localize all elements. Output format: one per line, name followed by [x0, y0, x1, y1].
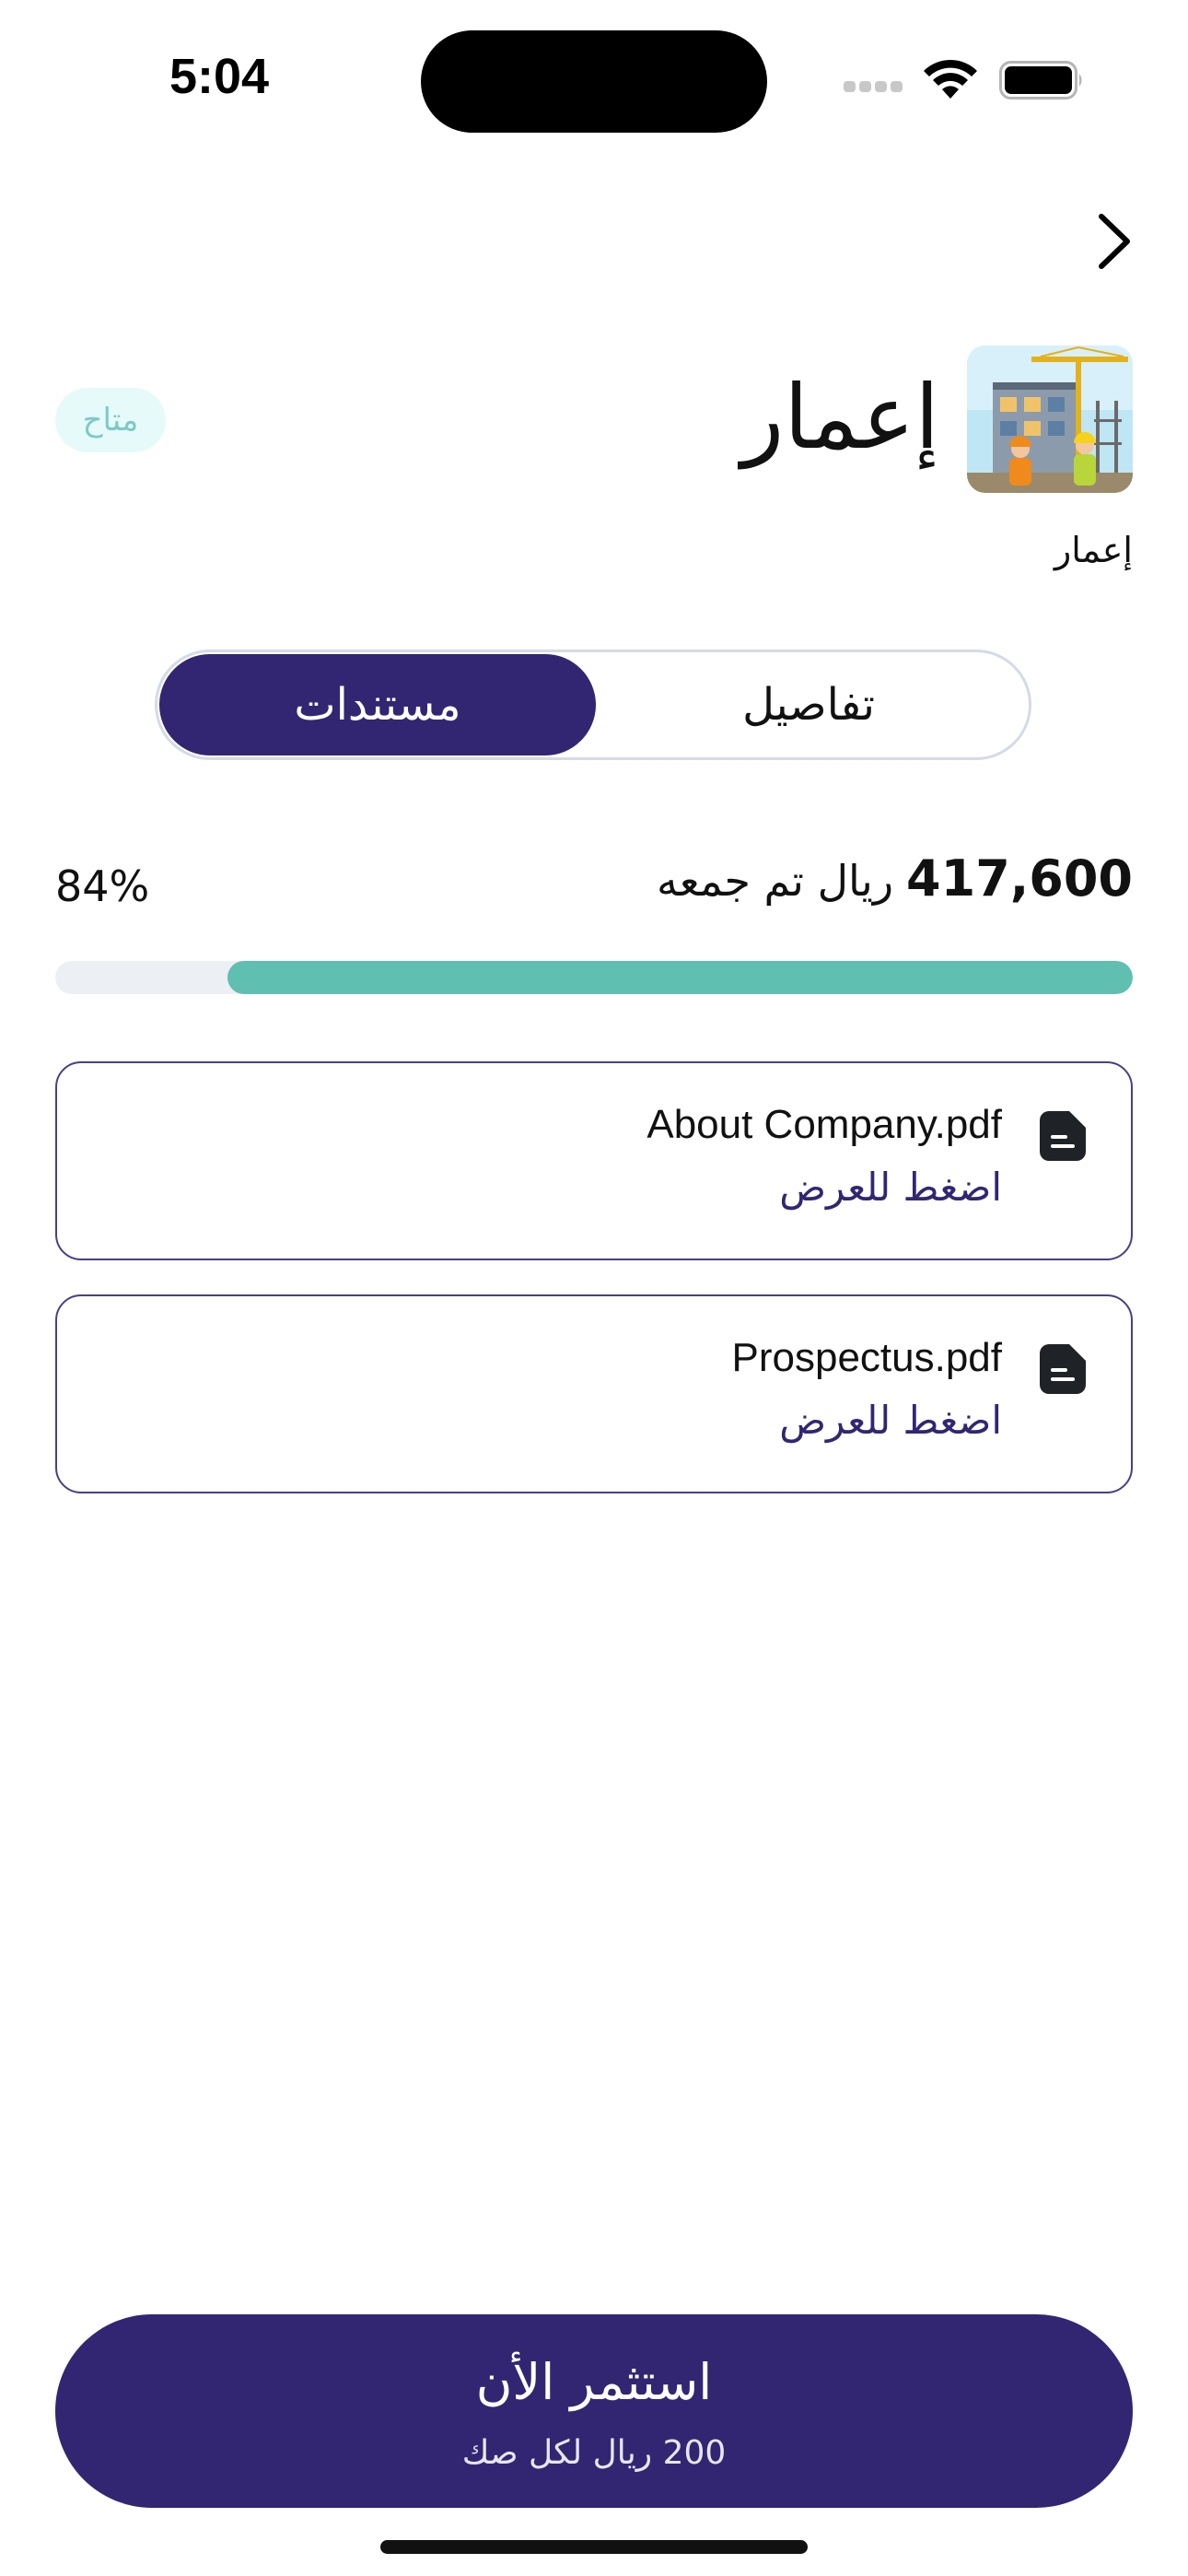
tab-switcher: مستندات تفاصيل	[155, 650, 1031, 760]
status-badge: متاح	[55, 388, 166, 452]
raised-amount-row: 417,600 ريال تم جمعه	[657, 849, 1133, 907]
document-name: About Company.pdf	[646, 1102, 1002, 1147]
invest-button-title: استثمر الأن	[475, 2353, 713, 2411]
document-card[interactable]: About Company.pdf اضغط للعرض	[55, 1061, 1133, 1260]
invest-button-subtitle: 200 ريال لكل صك	[461, 2434, 727, 2472]
document-card[interactable]: Prospectus.pdf اضغط للعرض	[55, 1294, 1133, 1493]
progress-fill	[227, 961, 1133, 994]
tab-details[interactable]: تفاصيل	[590, 654, 1027, 755]
document-icon	[1040, 1111, 1086, 1161]
company-subtitle: إعمار	[1054, 530, 1133, 570]
chevron-right-icon	[1099, 214, 1130, 269]
invest-now-button[interactable]: استثمر الأن 200 ريال لكل صك	[55, 2314, 1133, 2508]
construction-site-image	[967, 345, 1133, 493]
status-time: 5:04	[169, 49, 270, 104]
document-name: Prospectus.pdf	[731, 1335, 1003, 1380]
battery-icon	[999, 61, 1082, 100]
home-indicator	[380, 2540, 808, 2554]
dynamic-island	[421, 30, 767, 133]
screen: 5:04 إعمار متاح إعمار مستندات تفاصيل 417…	[0, 0, 1188, 2576]
tab-documents[interactable]: مستندات	[159, 654, 596, 755]
raised-amount: 417,600	[906, 849, 1133, 907]
document-view-link[interactable]: اضغط للعرض	[779, 1165, 1002, 1210]
back-button[interactable]	[1087, 206, 1142, 276]
wifi-icon	[924, 59, 977, 99]
document-view-link[interactable]: اضغط للعرض	[779, 1398, 1002, 1443]
progress-track	[55, 961, 1133, 994]
document-icon	[1040, 1344, 1086, 1394]
company-logo	[967, 345, 1133, 493]
funding-percent: 84%	[55, 861, 150, 911]
cellular-signal-icon	[844, 81, 904, 96]
company-title: إعمار	[740, 366, 939, 469]
raised-label: ريال تم جمعه	[657, 856, 894, 906]
